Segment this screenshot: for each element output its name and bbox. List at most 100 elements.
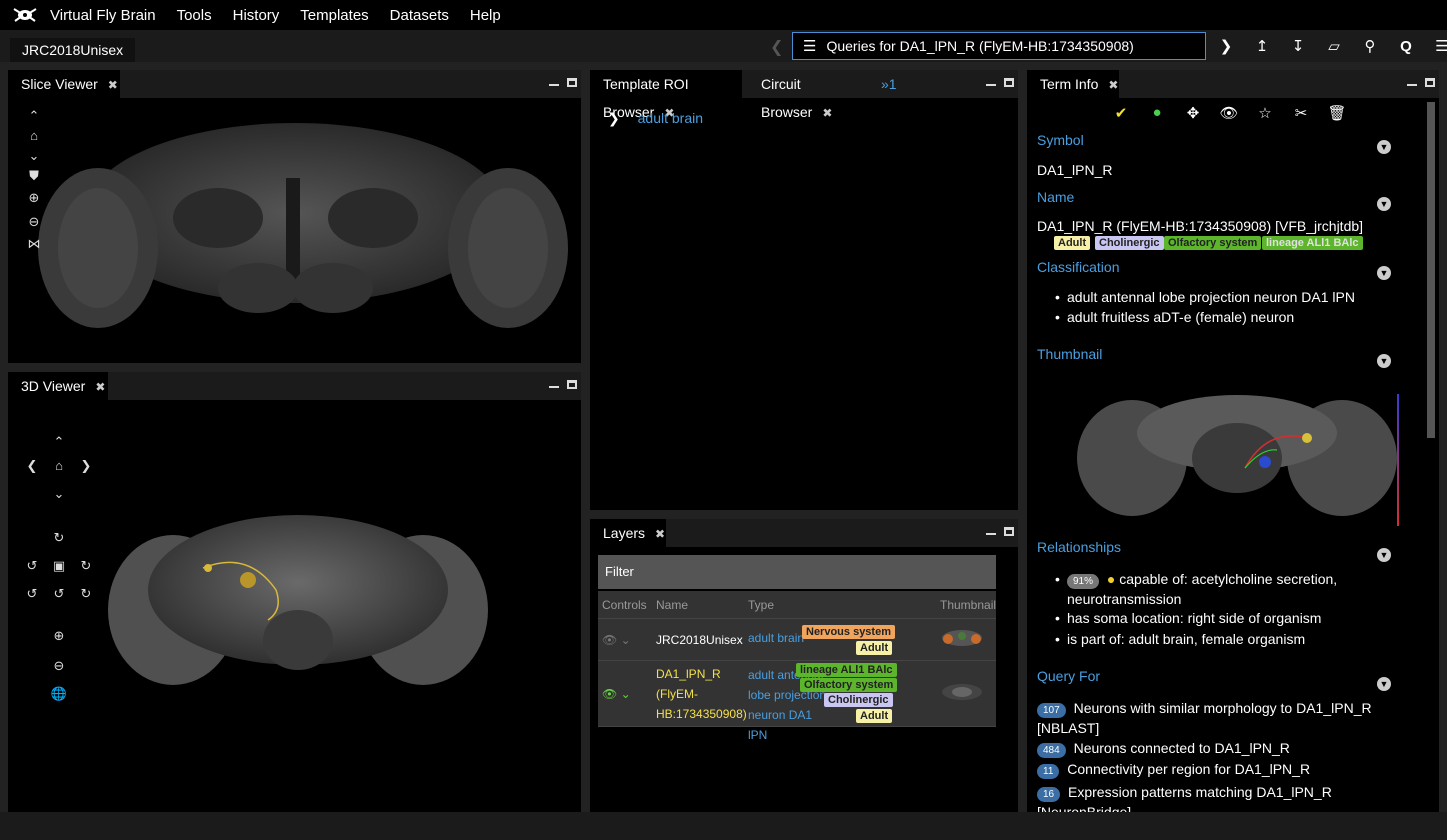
query-text[interactable]: Neurons with similar morphology to DA1_l… (1037, 700, 1372, 736)
query-text[interactable]: Connectivity per region for DA1_lPN_R (1067, 761, 1310, 777)
relationship-item[interactable]: is part of: adult brain, female organism (1055, 631, 1305, 647)
zoom-in-icon[interactable]: ⊕ (24, 190, 44, 206)
filter-input[interactable]: Filter (598, 555, 996, 589)
camera-icon[interactable]: ▣ (49, 558, 69, 574)
chevron-down-icon[interactable]: ▼ (1377, 197, 1391, 211)
maximize-icon[interactable] (567, 380, 577, 389)
tab-3d-viewer[interactable]: 3D Viewer ✖ (8, 372, 108, 400)
search-icon[interactable]: ⚲ (1352, 34, 1388, 58)
menu-history[interactable]: History (233, 7, 280, 24)
menu-datasets[interactable]: Datasets (390, 7, 449, 24)
close-icon[interactable]: ✖ (1108, 78, 1118, 92)
trash-icon[interactable]: 🗑 (1325, 104, 1349, 122)
chevron-right-icon[interactable]: ❯ (1208, 34, 1244, 58)
pan-left-icon[interactable]: ❮ (22, 458, 42, 474)
section-title-classification[interactable]: Classification (1037, 259, 1119, 275)
section-title-query-for[interactable]: Query For (1037, 668, 1100, 684)
relationship-item[interactable]: has soma location: right side of organis… (1055, 610, 1321, 626)
table-row[interactable]: 👁 ⌄ JRC2018Unisex adult brain Nervous sy… (598, 619, 996, 661)
globe-icon[interactable]: 🌐 (49, 686, 69, 702)
chevron-up-icon[interactable]: ⌃ (24, 108, 44, 124)
chevron-down-icon[interactable]: ▼ (1377, 266, 1391, 280)
zoom-out-icon[interactable]: ⊖ (49, 658, 69, 674)
home-icon[interactable]: ⌂ (24, 128, 44, 143)
rotate-reset-icon[interactable]: ↻ (49, 530, 69, 546)
close-icon[interactable]: ✖ (95, 380, 105, 394)
tab-slice-viewer[interactable]: Slice Viewer ✖ (8, 70, 120, 98)
maximize-icon[interactable] (567, 78, 577, 87)
section-title-name[interactable]: Name (1037, 189, 1074, 205)
query-text[interactable]: Expression patterns matching DA1_lPN_R [… (1037, 784, 1332, 812)
minimize-icon[interactable] (549, 386, 559, 388)
tab-layers[interactable]: Layers ✖ (590, 519, 666, 547)
query-icon[interactable]: Q (1388, 34, 1424, 58)
query-item[interactable]: 107 Neurons with similar morphology to D… (1037, 698, 1377, 738)
close-icon[interactable]: ✖ (108, 78, 118, 92)
neuron-icon[interactable]: ☆ (1253, 104, 1277, 122)
chevron-down-icon[interactable]: ▼ (1377, 677, 1391, 691)
minimize-icon[interactable] (549, 84, 559, 86)
chevron-down-icon[interactable]: ▼ (1377, 140, 1391, 154)
upload-icon[interactable]: ↥ (1244, 34, 1280, 58)
rotate-down-left-icon[interactable]: ↺ (22, 586, 42, 602)
rotate-left-icon[interactable]: ↺ (22, 558, 42, 574)
template-tab[interactable]: JRC2018Unisex (10, 38, 136, 62)
download-icon[interactable]: ↧ (1280, 34, 1316, 58)
visibility-icon[interactable]: 👁 ⌄ (598, 633, 652, 647)
maximize-icon[interactable] (1425, 78, 1435, 87)
maximize-icon[interactable] (1004, 78, 1014, 87)
menu-help[interactable]: Help (470, 7, 501, 24)
tab-template-roi-browser[interactable]: Template ROI Browser ✖ (590, 70, 742, 120)
query-item[interactable]: 16 Expression patterns matching DA1_lPN_… (1037, 782, 1377, 812)
minimize-icon[interactable] (986, 84, 996, 86)
more-tabs-button[interactable]: »1 (868, 70, 897, 98)
color-drop-icon[interactable]: ● (1145, 104, 1169, 122)
chevron-down-icon[interactable]: ⌄ (24, 148, 44, 164)
pan-right-icon[interactable]: ❯ (76, 458, 96, 474)
thumbnail-image[interactable] (1067, 378, 1407, 528)
maximize-icon[interactable] (1004, 527, 1014, 536)
eye-icon[interactable]: 👁 (1217, 104, 1241, 122)
eraser-icon[interactable]: ▱ (1316, 34, 1352, 58)
roi-item-label[interactable]: adult brain (638, 110, 703, 126)
classification-item[interactable]: adult antennal lobe projection neuron DA… (1055, 289, 1355, 305)
layer-type[interactable]: adult antennal lobe projection neuron DA… (748, 665, 828, 745)
chevron-left-icon[interactable]: ❮ (770, 37, 783, 57)
chevron-right-icon[interactable]: ❯ (608, 110, 620, 126)
chevron-down-icon[interactable]: ▼ (1377, 548, 1391, 562)
table-row[interactable]: 👁 ⌄ DA1_lPN_R (FlyEM-HB:1734350908) adul… (598, 661, 996, 742)
pan-down-icon[interactable]: ⌄ (49, 486, 69, 502)
reset-view-icon[interactable]: ⋈ (24, 236, 44, 252)
query-text[interactable]: Neurons connected to DA1_lPN_R (1074, 740, 1290, 756)
layer-type[interactable]: adult brain (748, 631, 804, 645)
query-bar[interactable]: ☰ Queries for DA1_lPN_R (FlyEM-HB:173435… (792, 32, 1206, 60)
section-title-relationships[interactable]: Relationships (1037, 539, 1121, 555)
slice-canvas[interactable] (8, 98, 581, 363)
pan-up-icon[interactable]: ⌃ (49, 434, 69, 450)
close-icon[interactable]: ✖ (655, 527, 665, 541)
classification-item[interactable]: adult fruitless aDT-e (female) neuron (1055, 309, 1294, 325)
menu-virtual-fly-brain[interactable]: Virtual Fly Brain (50, 7, 156, 24)
minimize-icon[interactable] (1407, 84, 1417, 86)
menu-templates[interactable]: Templates (300, 7, 368, 24)
list-icon[interactable]: ☰ (1424, 34, 1447, 58)
chevron-down-icon[interactable]: ▼ (1377, 354, 1391, 368)
vfb-logo-icon[interactable] (0, 0, 50, 30)
visibility-icon[interactable]: 👁 ⌄ (598, 687, 652, 701)
close-icon[interactable]: ✖ (822, 106, 832, 120)
section-title-thumbnail[interactable]: Thumbnail (1037, 346, 1102, 362)
tab-circuit-browser[interactable]: Circuit Browser ✖ (748, 70, 866, 120)
menu-icon[interactable]: ☰ (803, 37, 816, 55)
section-title-symbol[interactable]: Symbol (1037, 132, 1084, 148)
minimize-icon[interactable] (986, 533, 996, 535)
rotate-down-right-icon[interactable]: ↻ (76, 586, 96, 602)
rotate-right-icon[interactable]: ↻ (76, 558, 96, 574)
roi-tree-item[interactable]: ❯ adult brain (608, 110, 703, 127)
home-icon[interactable]: ⌂ (49, 458, 69, 473)
cut-icon[interactable]: ✂ (1289, 104, 1313, 122)
zoom-in-icon[interactable]: ⊕ (49, 628, 69, 644)
query-item[interactable]: 484 Neurons connected to DA1_lPN_R (1037, 740, 1290, 758)
menu-tools[interactable]: Tools (177, 7, 212, 24)
tab-term-info[interactable]: Term Info ✖ (1027, 70, 1119, 98)
crosshair-icon[interactable]: ✥ (1181, 104, 1205, 122)
